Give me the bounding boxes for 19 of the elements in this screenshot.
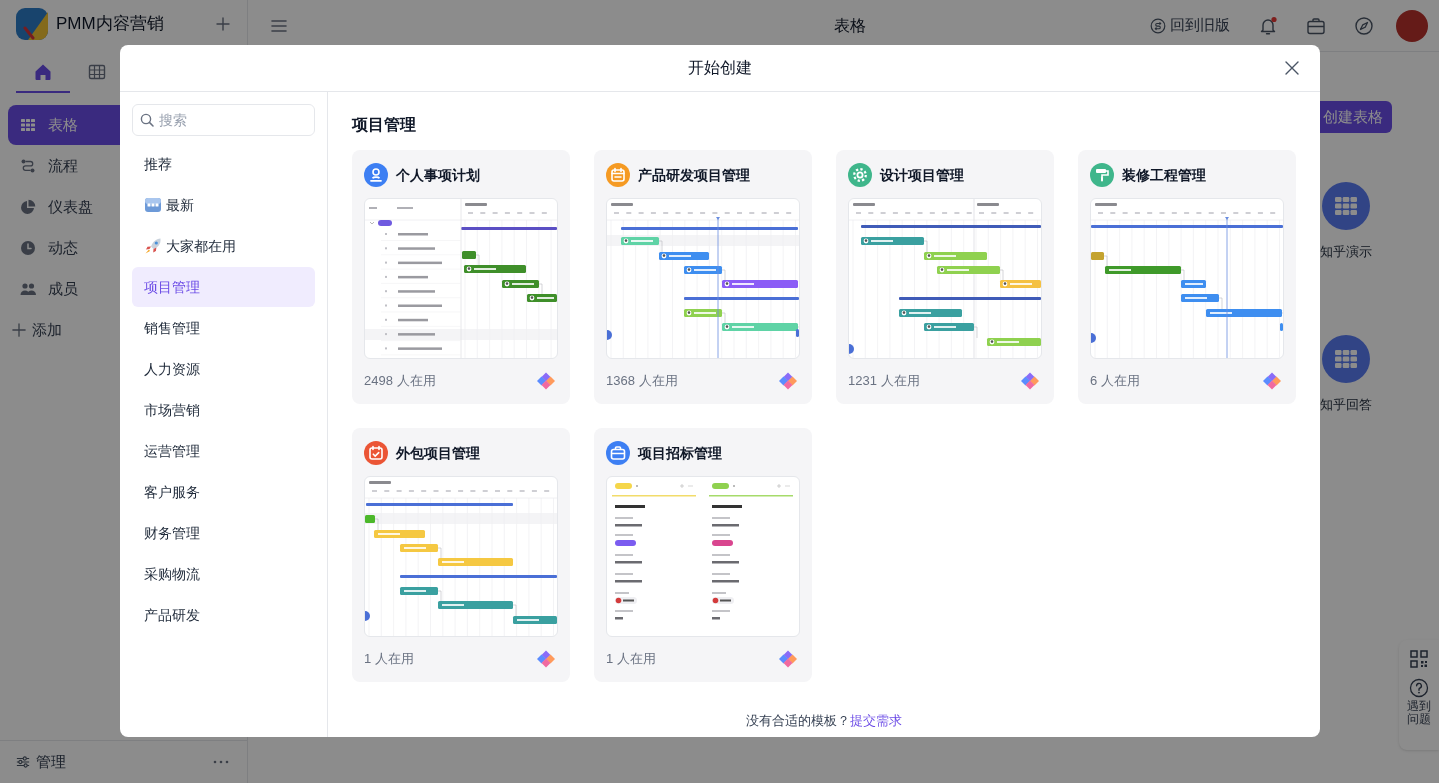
dialog-title: 开始创建 [688,58,752,78]
usage-count: 2498 人在用 [364,372,436,390]
template-title: 装修工程管理 [1122,165,1206,185]
page-title: 表格 [833,15,866,36]
usage-count: 1231 人在用 [848,372,920,390]
usage-count: 1368 人在用 [606,372,678,390]
template-title: 个人事项计划 [396,165,480,185]
app-name: PMM内容营销 [56,13,165,36]
app-label: 知乎演示 [1320,243,1372,261]
template-title: 外包项目管理 [396,443,480,463]
usage-count: 1 人在用 [364,650,414,668]
section-title: 项目管理 [352,115,417,135]
template-title: 设计项目管理 [880,165,964,185]
template-title: 项目招标管理 [638,443,722,463]
template-title: 产品研发项目管理 [638,165,750,185]
footer-prompt: 没有合适的模板？提交需求 [745,712,903,730]
usage-count: 1 人在用 [606,650,656,668]
app-label: 知乎回答 [1320,396,1372,414]
usage-count: 6 人在用 [1090,372,1140,390]
